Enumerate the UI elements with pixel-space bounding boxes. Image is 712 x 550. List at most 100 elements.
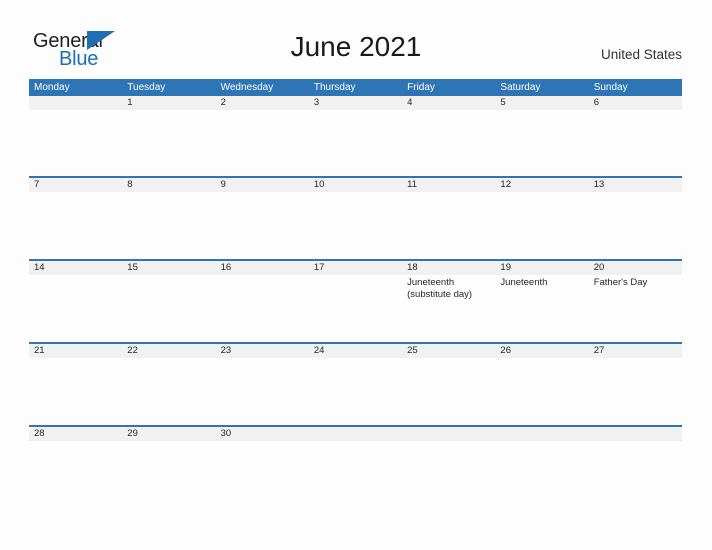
day-number: 16	[215, 261, 309, 275]
day-cell-28[interactable]: 28	[29, 427, 123, 508]
weekday-header-wednesday: Wednesday	[220, 82, 274, 93]
day-number: 24	[308, 344, 403, 358]
weekday-header-row: Monday Tuesday Wednesday Thursday Friday Satu…	[29, 79, 682, 96]
weekday-header-saturday: Saturday	[500, 82, 541, 93]
day-events	[402, 110, 495, 112]
day-number: 26	[495, 344, 589, 358]
day-events	[402, 192, 495, 194]
day-events	[216, 358, 309, 360]
day-number: 11	[402, 178, 496, 192]
day-cell-7[interactable]: 7	[29, 178, 123, 259]
day-cell-10[interactable]: 10	[308, 178, 403, 259]
day-cell-25[interactable]: 25	[402, 344, 496, 425]
day-cell-1[interactable]: 1	[122, 96, 216, 176]
calendar-week-row: 21 22 23 24 25 26 27	[29, 342, 682, 425]
day-cell-15[interactable]: 15	[122, 261, 216, 342]
day-events: Juneteenth	[495, 275, 588, 289]
day-events	[216, 110, 309, 112]
day-number: 17	[308, 261, 403, 275]
day-events	[589, 110, 682, 112]
day-number: 15	[122, 261, 216, 275]
day-number: 2	[215, 96, 309, 110]
day-cell-27[interactable]: 27	[588, 344, 682, 425]
day-events	[122, 358, 215, 360]
day-number: 4	[402, 96, 496, 110]
day-cell-29[interactable]: 29	[122, 427, 216, 508]
day-number: 9	[215, 178, 309, 192]
day-number: 23	[215, 344, 309, 358]
weekday-header-thursday: Thursday	[313, 82, 356, 93]
day-events	[495, 358, 588, 360]
day-events: Juneteenth (substitute day)	[402, 275, 495, 301]
day-events	[495, 192, 588, 194]
day-number: 8	[122, 178, 216, 192]
holiday-label: Father's Day	[593, 277, 648, 288]
day-number	[308, 427, 403, 441]
page-header: General Blue June 2021 United States	[0, 0, 712, 78]
day-number: 1	[122, 96, 216, 110]
day-cell-empty	[308, 427, 403, 508]
day-cell-19[interactable]: 19 Juneteenth	[495, 261, 589, 342]
day-number: 30	[215, 427, 309, 441]
calendar-weeks: 1 2 3 4 5 6 7 8 9 10 11 12 13 14 15 16 17 18 Juneteenth (s…	[29, 96, 682, 508]
day-cell-18[interactable]: 18 Juneteenth (substitute day)	[402, 261, 496, 342]
day-cell-4[interactable]: 4	[402, 96, 496, 176]
day-cell-empty	[402, 427, 496, 508]
day-events	[29, 110, 122, 112]
day-number: 13	[588, 178, 682, 192]
day-cell-empty	[495, 427, 589, 508]
day-events	[122, 192, 215, 194]
day-cell-9[interactable]: 9	[215, 178, 309, 259]
day-cell-8[interactable]: 8	[122, 178, 216, 259]
day-cell-17[interactable]: 17	[308, 261, 403, 342]
day-events	[122, 441, 215, 443]
day-number: 20	[588, 261, 682, 275]
day-number: 27	[588, 344, 682, 358]
day-events	[122, 275, 215, 277]
day-number: 7	[29, 178, 123, 192]
day-events	[29, 192, 122, 194]
day-events	[495, 110, 588, 112]
day-cell-5[interactable]: 5	[495, 96, 589, 176]
day-cell-23[interactable]: 23	[215, 344, 309, 425]
day-events	[29, 275, 122, 277]
day-cell-24[interactable]: 24	[308, 344, 403, 425]
day-number: 19	[495, 261, 589, 275]
day-events	[29, 441, 122, 443]
day-number: 28	[29, 427, 123, 441]
day-cell-3[interactable]: 3	[308, 96, 403, 176]
day-cell-14[interactable]: 14	[29, 261, 123, 342]
day-number: 14	[29, 261, 123, 275]
day-cell-12[interactable]: 12	[495, 178, 589, 259]
day-cell-6[interactable]: 6	[588, 96, 682, 176]
day-events	[589, 441, 682, 443]
day-number: 10	[308, 178, 403, 192]
day-events	[122, 110, 215, 112]
day-cell-21[interactable]: 21	[29, 344, 123, 425]
holiday-label: Juneteenth	[500, 277, 548, 288]
day-events	[309, 110, 402, 112]
day-number	[588, 427, 682, 441]
calendar-week-row: 28 29 30	[29, 425, 682, 508]
calendar-grid: Monday Tuesday Wednesday Thursday Friday Satu…	[29, 79, 682, 508]
day-events	[216, 192, 309, 194]
calendar-week-row: 123456	[29, 96, 682, 176]
day-cell-13[interactable]: 13	[588, 178, 682, 259]
day-number: 5	[495, 96, 589, 110]
day-events	[216, 441, 309, 443]
day-cell-16[interactable]: 16	[215, 261, 309, 342]
day-cell-20[interactable]: 20 Father's Day	[588, 261, 682, 342]
day-number: 6	[588, 96, 682, 110]
calendar-week-row: 7 8 9 10 11 12 13	[29, 176, 682, 259]
day-events	[589, 192, 682, 194]
day-number	[29, 96, 123, 110]
day-cell-30[interactable]: 30	[215, 427, 309, 508]
day-cell-22[interactable]: 22	[122, 344, 216, 425]
weekday-header-tuesday: Tuesday	[127, 82, 166, 93]
day-cell-2[interactable]: 2	[215, 96, 309, 176]
weekday-header-sunday: Sunday	[593, 82, 628, 93]
day-cell-11[interactable]: 11	[402, 178, 496, 259]
day-cell-empty	[588, 427, 682, 508]
day-cell-26[interactable]: 26	[495, 344, 589, 425]
day-number: 22	[122, 344, 216, 358]
